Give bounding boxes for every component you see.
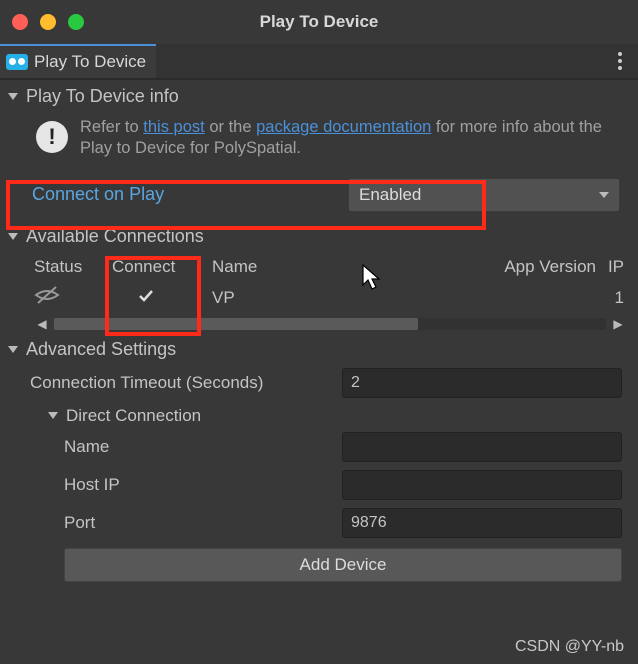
- dropdown-value: Enabled: [359, 185, 421, 205]
- section-title: Advanced Settings: [26, 339, 176, 360]
- tab-label: Play To Device: [34, 52, 146, 72]
- section-title: Play To Device info: [26, 86, 179, 107]
- tab-bar: Play To Device: [0, 44, 638, 80]
- direct-host-label: Host IP: [64, 475, 342, 495]
- status-hidden-icon: [34, 285, 112, 310]
- direct-name-input[interactable]: [342, 432, 622, 462]
- close-window-button[interactable]: [12, 14, 28, 30]
- section-title: Available Connections: [26, 226, 204, 247]
- connect-on-play-row: Connect on Play Enabled: [8, 170, 630, 220]
- col-header-app-version: App Version: [466, 257, 596, 277]
- horizontal-scrollbar[interactable]: ◀ ▶: [8, 315, 630, 333]
- chevron-down-icon: [599, 192, 609, 198]
- tab-play-to-device[interactable]: Play To Device: [0, 44, 156, 78]
- connection-row[interactable]: VP 1: [8, 281, 630, 315]
- info-help-box: ! Refer to this post or the package docu…: [8, 111, 630, 170]
- watermark: CSDN @YY-nb: [515, 638, 624, 656]
- section-available-connections[interactable]: Available Connections: [8, 220, 630, 251]
- section-direct-connection[interactable]: Direct Connection: [8, 402, 630, 428]
- connection-name: VP: [212, 288, 466, 308]
- direct-port-input[interactable]: [342, 508, 622, 538]
- link-package-docs[interactable]: package documentation: [256, 118, 431, 136]
- connections-table-header: Status Connect Name App Version IP: [8, 251, 630, 281]
- traffic-lights: [12, 14, 84, 30]
- connect-on-play-dropdown[interactable]: Enabled: [348, 178, 620, 212]
- scroll-left-icon[interactable]: ◀: [34, 317, 50, 331]
- section-play-to-device-info[interactable]: Play To Device info: [8, 80, 630, 111]
- col-header-status: Status: [34, 257, 112, 277]
- add-device-button[interactable]: Add Device: [64, 548, 622, 582]
- window-titlebar: Play To Device: [0, 0, 638, 44]
- direct-port-label: Port: [64, 513, 342, 533]
- col-header-ip: IP: [596, 257, 626, 277]
- direct-host-row: Host IP: [8, 466, 630, 504]
- scroll-thumb[interactable]: [54, 318, 418, 330]
- check-icon: [136, 286, 156, 306]
- connection-tail: 1: [596, 288, 626, 308]
- maximize-window-button[interactable]: [68, 14, 84, 30]
- foldout-icon: [8, 93, 18, 100]
- direct-name-row: Name: [8, 428, 630, 466]
- col-header-connect: Connect: [112, 257, 212, 277]
- vr-goggles-icon: [6, 54, 28, 70]
- info-icon: !: [36, 121, 68, 153]
- tab-menu-button[interactable]: [618, 52, 622, 70]
- foldout-icon: [8, 346, 18, 353]
- connection-timeout-label: Connection Timeout (Seconds): [30, 373, 342, 393]
- scroll-right-icon[interactable]: ▶: [610, 317, 626, 331]
- connection-timeout-input[interactable]: [342, 368, 622, 398]
- connect-checkbox-cell[interactable]: [112, 286, 212, 310]
- foldout-icon: [8, 233, 18, 240]
- direct-host-input[interactable]: [342, 470, 622, 500]
- window-title: Play To Device: [0, 12, 638, 32]
- foldout-icon: [48, 412, 58, 419]
- section-title: Direct Connection: [66, 406, 201, 426]
- direct-port-row: Port: [8, 504, 630, 542]
- scroll-track[interactable]: [54, 318, 606, 330]
- connect-on-play-label: Connect on Play: [32, 184, 348, 205]
- section-advanced-settings[interactable]: Advanced Settings: [8, 333, 630, 364]
- connection-timeout-row: Connection Timeout (Seconds): [8, 364, 630, 402]
- link-this-post[interactable]: this post: [143, 118, 204, 136]
- info-text: Refer to this post or the package docume…: [80, 117, 622, 160]
- col-header-name: Name: [212, 257, 466, 277]
- minimize-window-button[interactable]: [40, 14, 56, 30]
- direct-name-label: Name: [64, 437, 342, 457]
